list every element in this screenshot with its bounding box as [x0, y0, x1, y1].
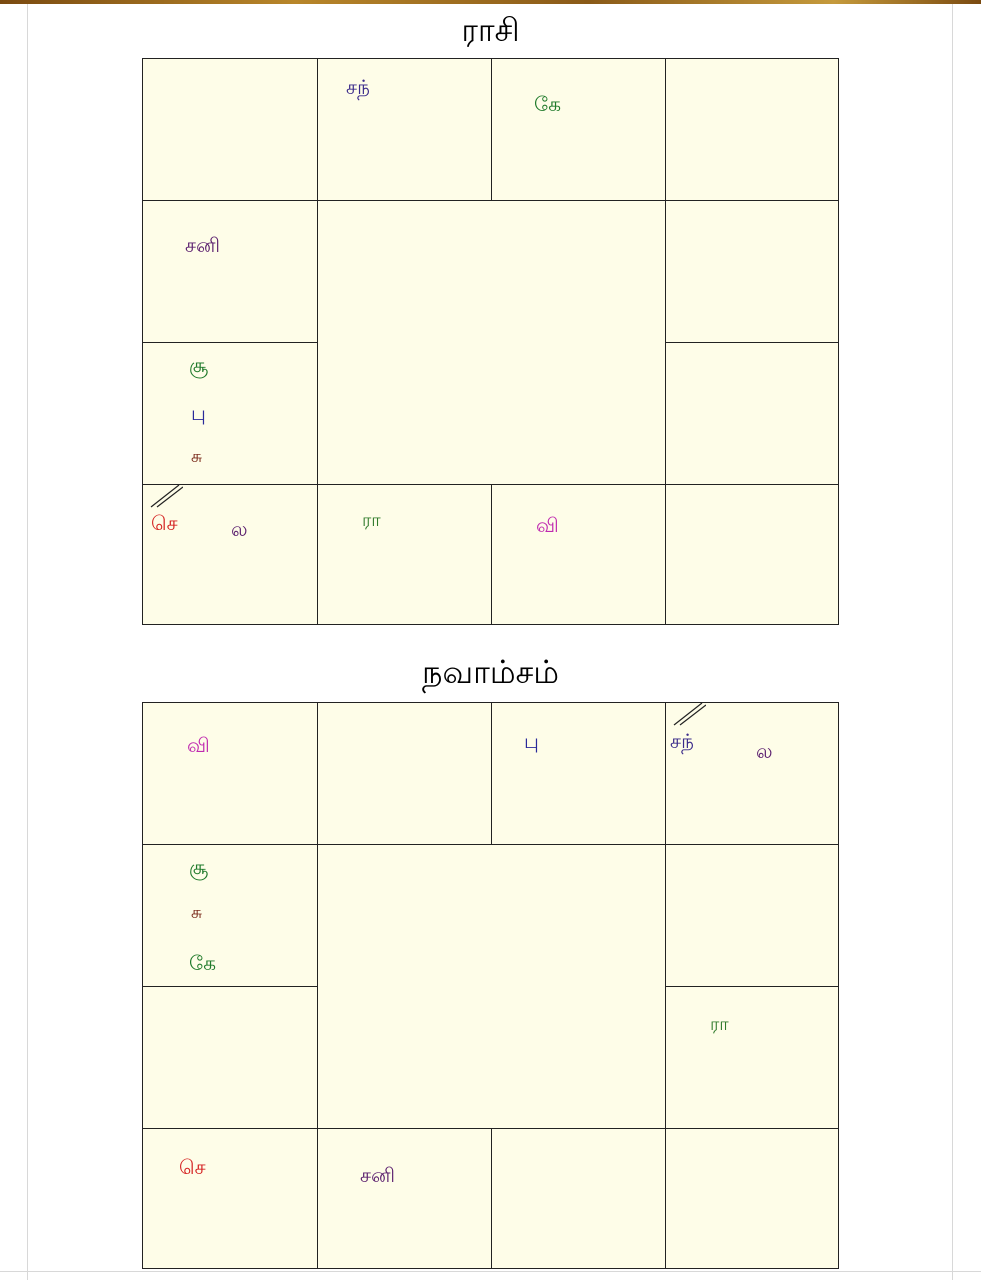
rasi-cell-2: சந் [317, 58, 492, 201]
rasi-planet-label: கே [534, 92, 561, 116]
navamsa-cell-7 [665, 1128, 839, 1269]
navamsa-planet-label: ரா [710, 1014, 729, 1035]
navamsa-chart-title: நவாம்சம் [421, 653, 560, 691]
rasi-cell-12: சனி [142, 200, 318, 343]
rasi-planet-label: சு [191, 447, 203, 467]
rasi-cell-3: கே [491, 58, 666, 201]
navamsa-cell-8 [491, 1128, 666, 1269]
navamsa-cell-2 [317, 702, 492, 845]
navamsa-cell-12: சூ சு கே [142, 844, 318, 987]
rasi-cell-4 [665, 58, 839, 201]
rasi-cell-6 [665, 342, 839, 485]
navamsa-center-area [317, 844, 666, 1129]
rasi-planet-label: ரா [362, 510, 381, 531]
rasi-planet-label: செ [151, 511, 178, 535]
navamsa-cell-3: பு [491, 702, 666, 845]
navamsa-cell-10: செ [142, 1128, 318, 1269]
window-top-border [0, 0, 981, 4]
rasi-planet-label: வி [536, 513, 559, 537]
navamsa-cell-4: சந் ல [665, 702, 839, 845]
navamsa-cell-6: ரா [665, 986, 839, 1129]
rasi-center-area [317, 200, 666, 485]
navamsa-chart: வி பு சந் ல சூ சு கே ரா செ சனி [142, 702, 839, 1269]
page-left-border [27, 4, 28, 1280]
navamsa-cell-11 [142, 986, 318, 1129]
rasi-chart-title: ராசி [461, 11, 520, 49]
rasi-planet-label: சந் [346, 75, 370, 99]
navamsa-cell-9: சனி [317, 1128, 492, 1269]
rasi-cell-11: சூ பு சு [142, 342, 318, 485]
rasi-cell-5 [665, 200, 839, 343]
navamsa-planet-label: கே [189, 951, 216, 975]
page-bottom-border [0, 1271, 981, 1272]
rasi-planet-label: ல [231, 517, 248, 541]
navamsa-planet-label: வி [187, 733, 210, 757]
navamsa-planet-label: சு [191, 903, 203, 923]
navamsa-planet-label: சூ [189, 855, 209, 879]
rasi-planet-label: பு [191, 401, 206, 425]
rasi-planet-label: சூ [189, 353, 209, 377]
navamsa-planet-label: பு [524, 729, 539, 753]
navamsa-cell-1: வி [142, 702, 318, 845]
rasi-cell-1 [142, 58, 318, 201]
rasi-chart: சந் கே சனி சூ பு சு செ ல ரா வி [142, 58, 839, 625]
rasi-cell-9: ரா [317, 484, 492, 625]
rasi-planet-label: சனி [185, 233, 220, 257]
rasi-cell-8: வி [491, 484, 666, 625]
rasi-cell-7 [665, 484, 839, 625]
navamsa-planet-label: சந் [670, 729, 694, 753]
page-right-border [952, 4, 953, 1280]
navamsa-planet-label: ல [756, 739, 773, 763]
navamsa-planet-label: சனி [360, 1163, 395, 1187]
navamsa-cell-5 [665, 844, 839, 987]
navamsa-planet-label: செ [179, 1155, 206, 1179]
rasi-cell-10: செ ல [142, 484, 318, 625]
